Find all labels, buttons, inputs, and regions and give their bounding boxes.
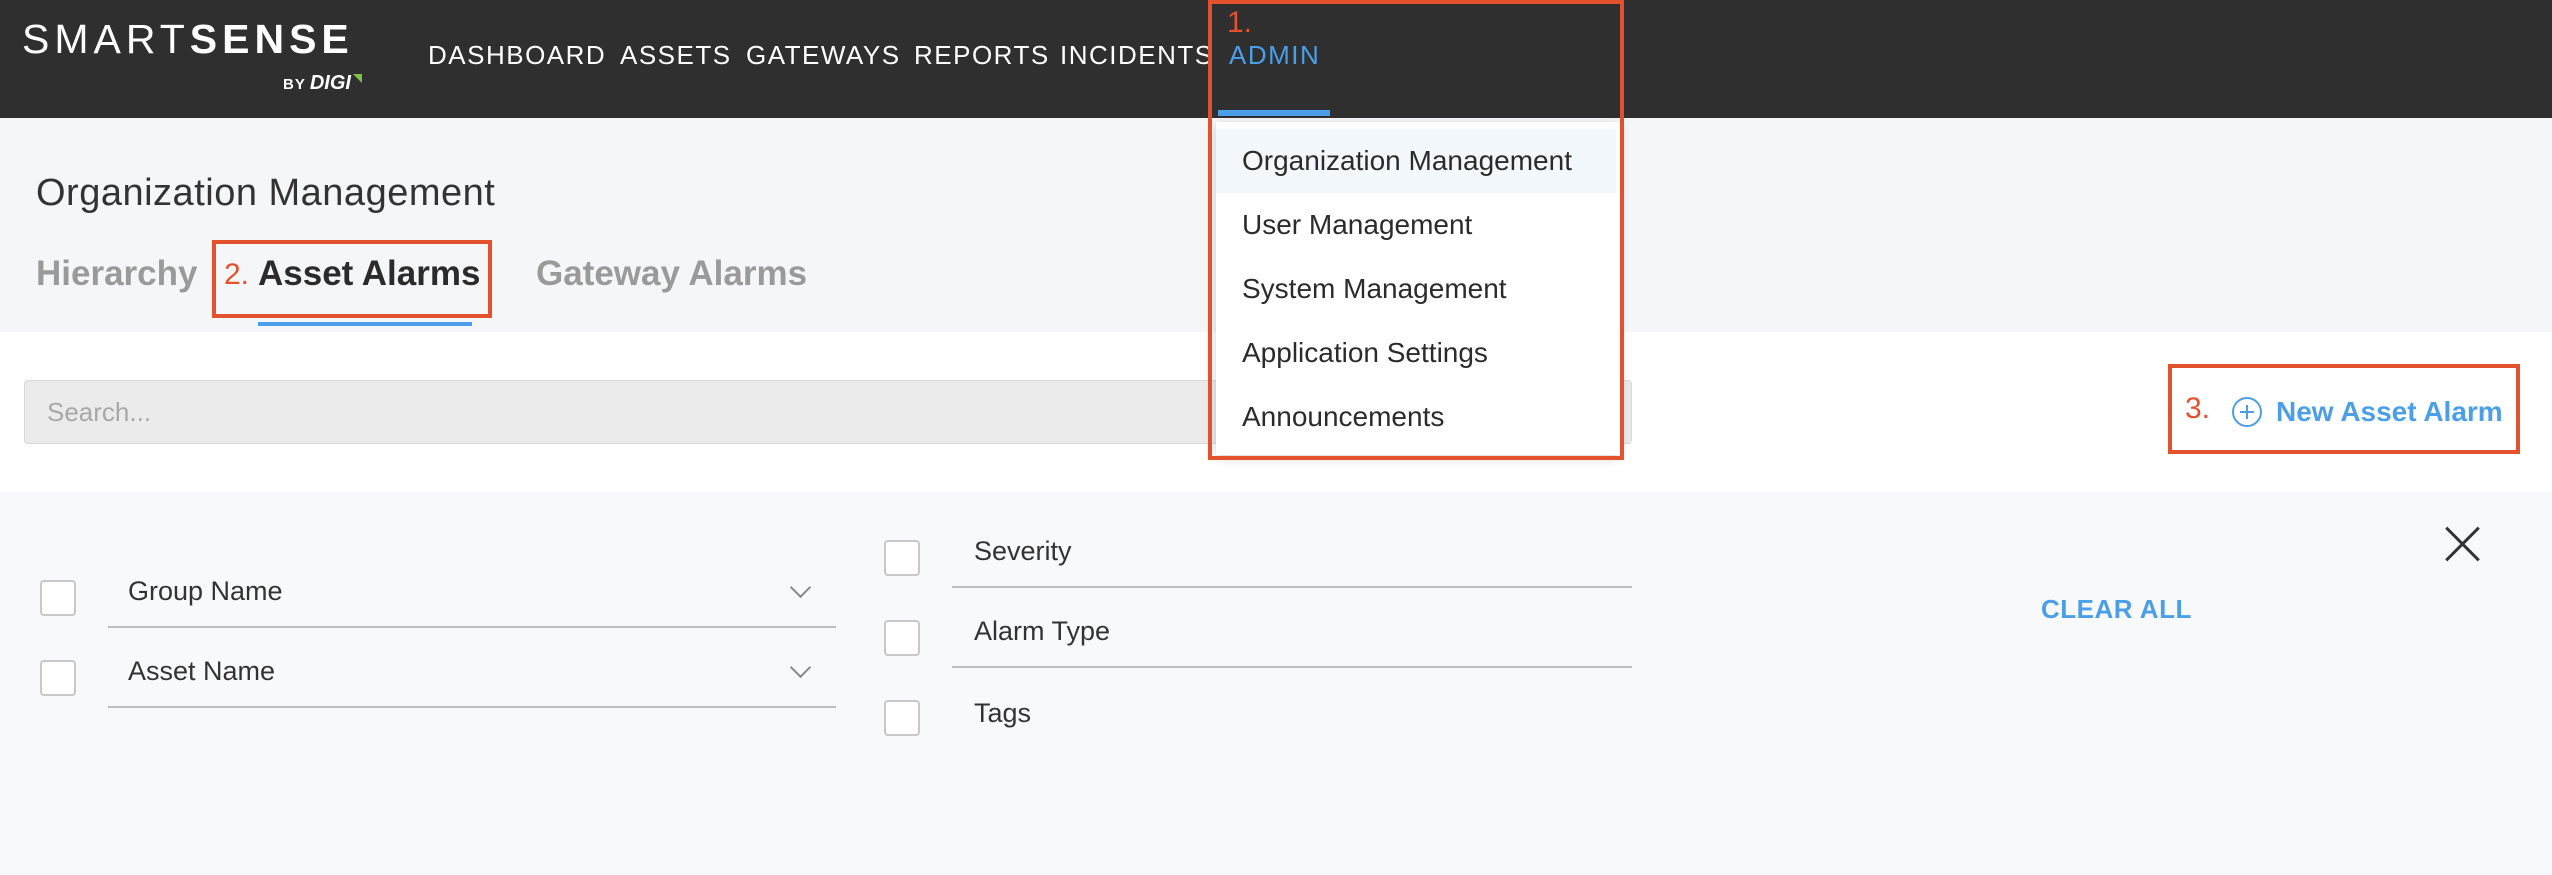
nav-reports[interactable]: REPORTS (914, 40, 1050, 71)
severity-checkbox[interactable] (884, 540, 920, 576)
nav-dashboard[interactable]: DASHBOARD (428, 40, 606, 71)
new-asset-alarm-label: New Asset Alarm (2276, 396, 2503, 427)
logo-wordmark: SMARTSENSE (22, 16, 354, 63)
tab-hierarchy[interactable]: Hierarchy (36, 254, 197, 294)
tab-asset-alarms[interactable]: Asset Alarms (258, 254, 480, 294)
admin-dropdown-menu: Organization Management User Management … (1216, 122, 1620, 455)
menu-item-application-settings[interactable]: Application Settings (1216, 321, 1616, 385)
logo-digi-text: DIGI (309, 72, 351, 94)
annotation-number-3: 3. (2185, 392, 2211, 425)
nav-gateways[interactable]: GATEWAYS (746, 40, 901, 71)
nav-admin[interactable]: ADMIN (1229, 40, 1320, 71)
logo-sense-text: SENSE (189, 16, 354, 62)
group-name-select[interactable]: Group Name (108, 564, 836, 628)
logo-by-text: BY (283, 76, 306, 93)
filter-panel: Group Name Asset Name Severity Alarm Typ… (0, 492, 2552, 875)
close-icon[interactable] (2444, 526, 2480, 562)
tab-gateway-alarms[interactable]: Gateway Alarms (536, 254, 807, 294)
alarm-type-label: Alarm Type (974, 616, 1111, 646)
clear-all-button[interactable]: CLEAR ALL (2041, 594, 2192, 625)
menu-item-user-management[interactable]: User Management (1216, 193, 1616, 257)
tab-active-indicator (258, 322, 472, 326)
top-navigation-bar: SMARTSENSE BY DIGI DASHBOARD ASSETS GATEW… (0, 0, 2552, 118)
nav-assets[interactable]: ASSETS (620, 40, 732, 71)
group-name-checkbox[interactable] (40, 580, 76, 616)
alarm-type-field[interactable]: Alarm Type (952, 604, 1632, 668)
annotation-number-2: 2. (224, 258, 250, 291)
tags-checkbox[interactable] (884, 700, 920, 736)
menu-item-announcements[interactable]: Announcements (1216, 385, 1616, 449)
chevron-down-icon (789, 656, 812, 679)
plus-circle-icon (2232, 397, 2262, 427)
severity-label: Severity (974, 536, 1072, 566)
menu-item-organization-management[interactable]: Organization Management (1216, 129, 1616, 193)
menu-item-system-management[interactable]: System Management (1216, 257, 1616, 321)
severity-field[interactable]: Severity (952, 524, 1632, 588)
logo-smart-text: SMART (22, 16, 190, 62)
asset-name-checkbox[interactable] (40, 660, 76, 696)
digi-triangle-icon (352, 74, 362, 83)
nav-active-indicator (1218, 110, 1330, 116)
logo-by-digi: BY DIGI (283, 72, 362, 95)
asset-name-select[interactable]: Asset Name (108, 644, 836, 708)
page-title: Organization Management (36, 172, 496, 214)
smartsense-logo[interactable]: SMARTSENSE BY DIGI (22, 16, 382, 102)
new-asset-alarm-button[interactable]: New Asset Alarm (2232, 390, 2503, 434)
nav-incidents[interactable]: INCIDENTS (1060, 40, 1214, 71)
annotation-number-1: 1. (1227, 6, 1253, 39)
tags-label: Tags (974, 698, 1032, 728)
chevron-down-icon (789, 576, 812, 599)
alarm-type-checkbox[interactable] (884, 620, 920, 656)
asset-name-label: Asset Name (128, 656, 276, 686)
group-name-label: Group Name (128, 576, 283, 606)
